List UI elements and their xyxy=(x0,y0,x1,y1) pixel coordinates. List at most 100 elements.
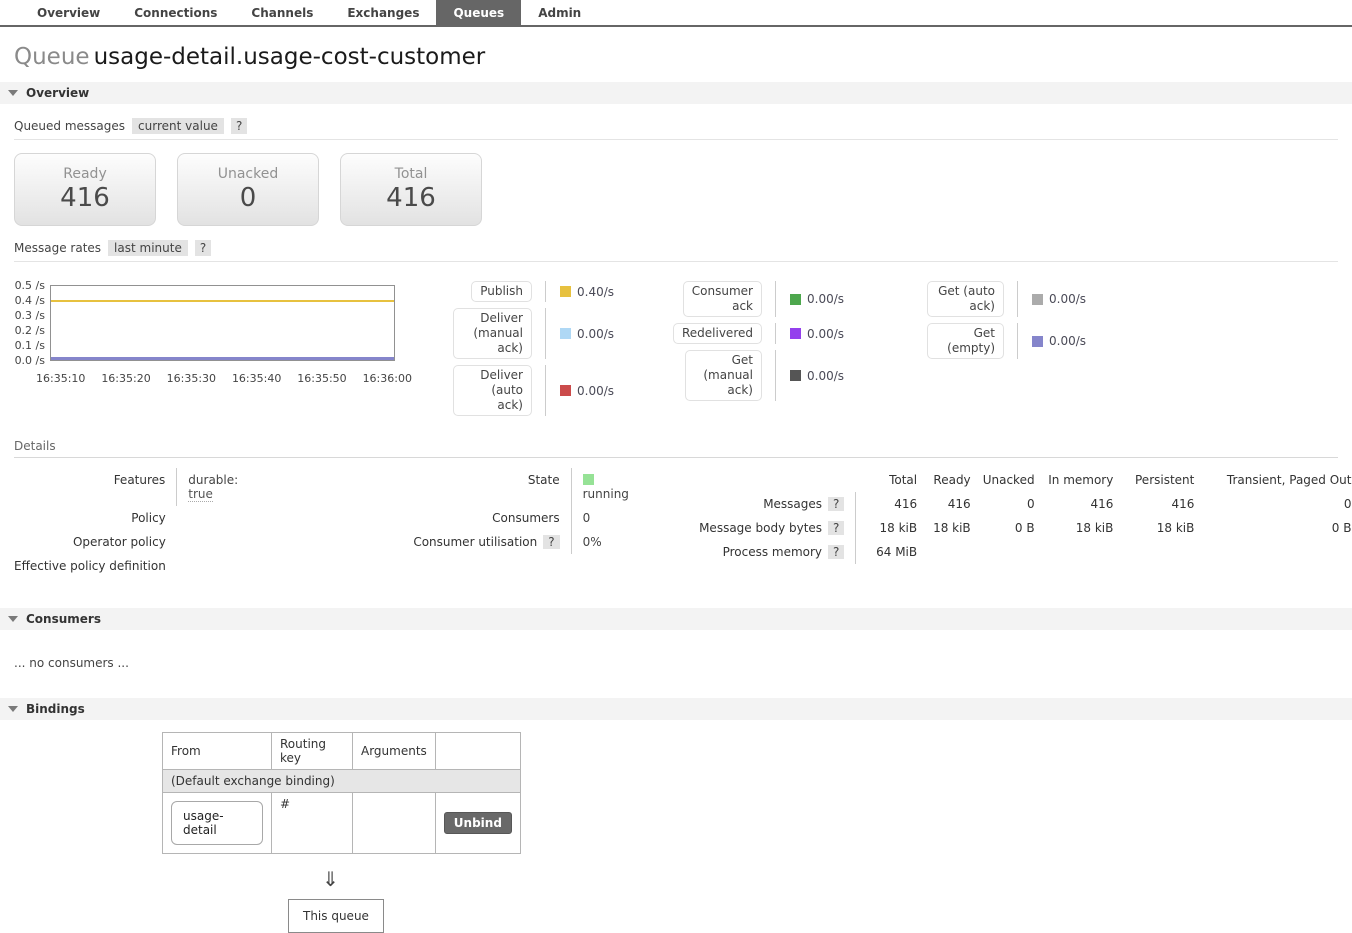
messages-total: 416 xyxy=(856,492,917,516)
legend-group-get: Get (auto ack) 0.00/s Get (empty) 0.00/s xyxy=(927,278,1113,362)
durable-value: true xyxy=(188,487,213,502)
chart-plot-area xyxy=(50,285,395,361)
chart-x-axis: 16:35:10 16:35:20 16:35:30 16:35:40 16:3… xyxy=(36,372,412,385)
state-text: running xyxy=(583,487,629,501)
details-panel: Features durable: true Policy Operator p… xyxy=(0,468,1352,578)
process-memory-row: Process memory? 64 MiB xyxy=(688,540,1352,564)
x-tick: 16:35:10 xyxy=(36,372,85,385)
effective-policy-label: Effective policy definition xyxy=(14,554,177,578)
legend-deliver-manual-button[interactable]: Deliver (manual ack) xyxy=(453,308,532,359)
body-bytes-help-icon[interactable]: ? xyxy=(828,521,844,535)
deliver-auto-rate-value: 0.00/s xyxy=(577,384,614,398)
y-tick: 0.0 /s xyxy=(15,354,45,367)
section-title: Overview xyxy=(26,86,89,100)
collapse-caret-icon xyxy=(8,90,18,96)
queued-messages-help-icon[interactable]: ? xyxy=(231,118,247,134)
utilisation-value: 0% xyxy=(571,530,642,554)
unbind-button[interactable]: Unbind xyxy=(444,812,512,834)
utilisation-label: Consumer utilisation? xyxy=(361,530,571,554)
chart-y-axis: 0.5 /s 0.4 /s 0.3 /s 0.2 /s 0.1 /s 0.0 /… xyxy=(14,278,50,368)
body-bytes-row: Message body bytes? 18 kiB 18 kiB 0 B 18… xyxy=(688,516,1352,540)
routing-key-value: # xyxy=(272,793,353,854)
messages-persistent: 416 xyxy=(1113,492,1194,516)
process-memory-row-label: Process memory? xyxy=(688,540,856,564)
legend-get-empty-button[interactable]: Get (empty) xyxy=(927,323,1004,359)
legend-group-ack-redelivered: Consumer ack 0.00/s Redelivered 0.00/s G… xyxy=(685,278,871,404)
messages-row-label: Messages? xyxy=(688,492,856,516)
legend-deliver-auto-button[interactable]: Deliver (auto ack) xyxy=(453,365,532,416)
x-tick: 16:36:00 xyxy=(363,372,412,385)
section-title: Consumers xyxy=(26,612,101,626)
durable-key: durable: xyxy=(188,473,238,487)
tab-exchanges[interactable]: Exchanges xyxy=(330,0,436,25)
get-auto-color-swatch xyxy=(1032,294,1043,305)
utilisation-help-icon[interactable]: ? xyxy=(543,535,559,549)
messages-label-text: Messages xyxy=(763,497,822,511)
queue-name: usage-detail.usage-cost-customer xyxy=(94,44,486,70)
stat-value: 416 xyxy=(386,183,436,213)
running-state-swatch xyxy=(583,474,594,485)
policy-value xyxy=(177,506,263,530)
process-memory-help-icon[interactable]: ? xyxy=(828,545,844,559)
messages-unacked: 0 xyxy=(971,492,1035,516)
default-binding-row: (Default exchange binding) xyxy=(163,770,521,793)
y-tick: 0.4 /s xyxy=(15,294,45,307)
stat-label: Unacked xyxy=(218,166,279,182)
y-tick: 0.2 /s xyxy=(15,324,45,337)
y-tick: 0.1 /s xyxy=(15,339,45,352)
x-tick: 16:35:30 xyxy=(167,372,216,385)
messages-row: Messages? 416 416 0 416 416 0 xyxy=(688,492,1352,516)
section-header-overview[interactable]: Overview xyxy=(0,82,1352,104)
tab-connections[interactable]: Connections xyxy=(117,0,234,25)
bindings-header-row: From Routing key Arguments xyxy=(163,733,521,770)
x-tick: 16:35:50 xyxy=(297,372,346,385)
process-memory-value: 64 MiB xyxy=(856,540,917,564)
section-header-consumers[interactable]: Consumers xyxy=(0,608,1352,630)
message-rates-row: Message rates last minute ? xyxy=(14,240,1338,262)
legend-redelivered-button[interactable]: Redelivered xyxy=(673,323,762,344)
stat-value: 416 xyxy=(60,183,110,213)
col-transient-paged-out: Transient, Paged Out xyxy=(1194,468,1351,492)
policy-label: Policy xyxy=(14,506,177,530)
binding-row: usage-detail # Unbind xyxy=(163,793,521,854)
consumer-ack-color-swatch xyxy=(790,294,801,305)
legend-publish-button[interactable]: Publish xyxy=(471,281,532,302)
stat-box-total: Total 416 xyxy=(340,153,482,226)
message-rates-mode-button[interactable]: last minute xyxy=(108,240,188,256)
queued-messages-row: Queued messages current value ? xyxy=(14,118,1338,140)
zero-rate-line xyxy=(51,357,394,360)
tab-channels[interactable]: Channels xyxy=(234,0,330,25)
body-bytes-transient: 0 B xyxy=(1194,516,1351,540)
redelivered-color-swatch xyxy=(790,328,801,339)
top-nav: Overview Connections Channels Exchanges … xyxy=(0,0,1352,27)
col-unacked: Unacked xyxy=(971,468,1035,492)
operator-policy-value xyxy=(177,530,263,554)
utilisation-label-text: Consumer utilisation xyxy=(413,535,537,549)
body-bytes-in-memory: 18 kiB xyxy=(1035,516,1114,540)
legend-get-auto-button[interactable]: Get (auto ack) xyxy=(927,281,1004,317)
y-tick: 0.3 /s xyxy=(15,309,45,322)
stat-box-ready: Ready 416 xyxy=(14,153,156,226)
this-queue-box: This queue xyxy=(288,899,384,933)
get-empty-color-swatch xyxy=(1032,336,1043,347)
x-tick: 16:35:40 xyxy=(232,372,281,385)
message-rates-help-icon[interactable]: ? xyxy=(195,240,211,256)
legend-get-manual-button[interactable]: Get (manual ack) xyxy=(685,350,762,401)
features-label: Features xyxy=(14,468,177,506)
section-header-bindings[interactable]: Bindings xyxy=(0,698,1352,720)
tab-queues[interactable]: Queues xyxy=(436,0,521,25)
col-routing-key: Routing key xyxy=(272,733,353,770)
consumers-value: 0 xyxy=(571,506,642,530)
queued-messages-mode-button[interactable]: current value xyxy=(132,118,224,134)
body-bytes-persistent: 18 kiB xyxy=(1113,516,1194,540)
tab-overview[interactable]: Overview xyxy=(20,0,117,25)
stat-value: 0 xyxy=(240,183,257,213)
legend-consumer-ack-button[interactable]: Consumer ack xyxy=(683,281,762,317)
consumer-ack-rate-value: 0.00/s xyxy=(807,292,844,306)
exchange-link[interactable]: usage-detail xyxy=(171,801,263,845)
messages-stats-table: Total Ready Unacked In memory Persistent… xyxy=(688,468,1352,564)
publish-rate-value: 0.40/s xyxy=(577,285,614,299)
messages-help-icon[interactable]: ? xyxy=(828,497,844,511)
no-consumers-text: ... no consumers ... xyxy=(14,656,1338,670)
tab-admin[interactable]: Admin xyxy=(521,0,598,25)
